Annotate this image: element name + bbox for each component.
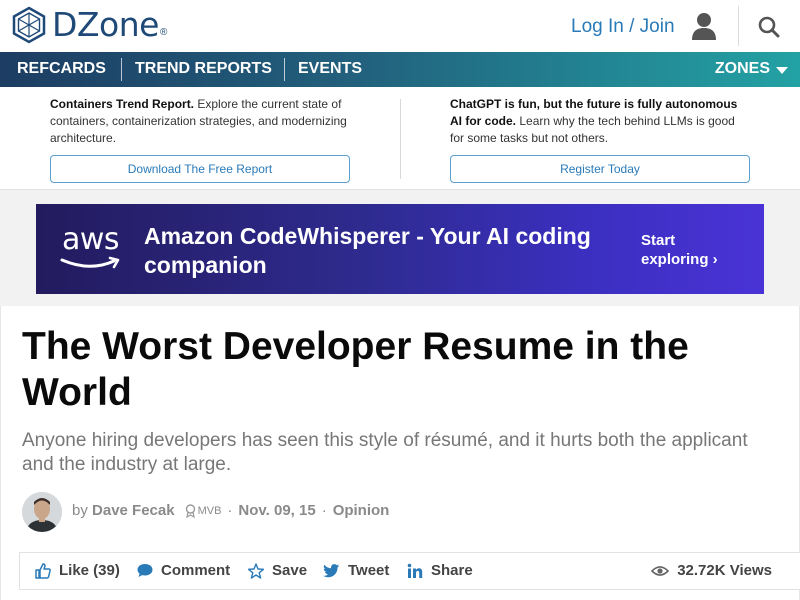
- article-card: The Worst Developer Resume in the World …: [0, 306, 800, 600]
- caret-down-icon: [776, 66, 788, 74]
- dzone-logo-icon: [12, 6, 46, 44]
- nav-item-events[interactable]: EVENTS: [298, 60, 362, 78]
- star-icon: [248, 562, 264, 579]
- user-icon[interactable]: [691, 12, 717, 40]
- article-actions-bar: Like (39) Comment Save Tweet Share 32.72…: [19, 552, 800, 590]
- mvb-badge: MVB: [185, 503, 222, 518]
- publish-date: Nov. 09, 15: [238, 502, 316, 519]
- register-today-button[interactable]: Register Today: [450, 155, 750, 183]
- banner-cta-line2: exploring ›: [641, 251, 718, 268]
- promo-text-containers: Containers Trend Report. Explore the cur…: [50, 96, 350, 147]
- ad-banner[interactable]: aws Amazon CodeWhisperer - Your AI codin…: [36, 204, 764, 294]
- byline-by: by: [72, 502, 88, 519]
- byline: by Dave Fecak MVB · Nov. 09, 15 · Opinio…: [72, 502, 389, 519]
- like-button[interactable]: Like (39): [35, 562, 120, 579]
- save-label: Save: [272, 562, 308, 579]
- byline-separator: ·: [227, 502, 233, 519]
- nav-divider: [121, 58, 122, 81]
- save-button[interactable]: Save: [248, 562, 307, 579]
- banner-headline: Amazon CodeWhisperer - Your AI coding co…: [144, 223, 591, 278]
- share-label: Share: [431, 562, 473, 579]
- promo-bold: Containers Trend Report.: [50, 97, 195, 111]
- views-label: 32.72K Views: [677, 562, 772, 579]
- aws-smile-icon: [60, 256, 120, 269]
- nav-divider: [284, 58, 285, 81]
- logo-registered-mark: ®: [159, 27, 168, 38]
- article-category[interactable]: Opinion: [333, 502, 390, 519]
- nav-item-trend-reports[interactable]: TREND REPORTS: [135, 60, 272, 78]
- tweet-button[interactable]: Tweet: [323, 562, 389, 579]
- dzone-logo[interactable]: DZone ®: [10, 6, 167, 44]
- byline-separator: ·: [321, 502, 327, 519]
- aws-logo-text: aws: [62, 222, 120, 257]
- comment-button[interactable]: Comment: [137, 562, 230, 579]
- download-report-button[interactable]: Download The Free Report: [50, 155, 350, 183]
- eye-icon: [651, 565, 670, 576]
- twitter-bird-icon: [323, 563, 340, 577]
- nav-item-refcards[interactable]: REFCARDS: [17, 60, 106, 78]
- share-button[interactable]: Share: [407, 562, 473, 579]
- search-icon[interactable]: [758, 16, 780, 38]
- header-divider: [738, 6, 739, 46]
- view-count: 32.72K Views: [651, 562, 772, 579]
- author-avatar[interactable]: [22, 492, 62, 532]
- author-name[interactable]: Dave Fecak: [92, 502, 175, 519]
- promo-strip: Containers Trend Report. Explore the cur…: [0, 87, 800, 190]
- thumbs-up-icon: [35, 562, 51, 579]
- comment-bubble-icon: [137, 564, 153, 577]
- login-join-link[interactable]: Log In / Join: [571, 16, 675, 38]
- banner-cta[interactable]: Start exploring ›: [641, 231, 718, 269]
- promo-divider: [400, 99, 401, 179]
- tweet-label: Tweet: [348, 562, 390, 579]
- zones-label: ZONES: [714, 60, 770, 77]
- zones-dropdown[interactable]: ZONES: [715, 60, 788, 78]
- site-header: DZone ® Log In / Join: [0, 0, 800, 52]
- logo-text: DZone: [52, 5, 159, 44]
- linkedin-icon: [407, 563, 423, 578]
- main-nav: REFCARDS TREND REPORTS EVENTS ZONES: [0, 52, 800, 87]
- comment-label: Comment: [161, 562, 231, 579]
- article-subtitle: Anyone hiring developers has seen this s…: [22, 430, 748, 475]
- banner-cta-line1: Start: [641, 232, 676, 249]
- like-label: Like (39): [59, 562, 120, 579]
- mvb-label: MVB: [197, 504, 222, 517]
- avatar-photo: [22, 492, 62, 532]
- article-title: The Worst Developer Resume in the World: [22, 325, 689, 414]
- award-ribbon-icon: [185, 503, 195, 518]
- promo-text-chatgpt: ChatGPT is fun, but the future is fully …: [450, 96, 750, 147]
